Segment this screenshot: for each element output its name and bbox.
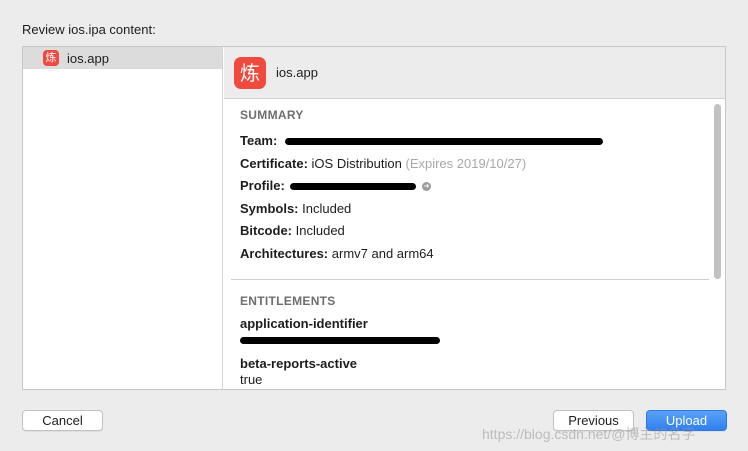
symbols-row: Symbols: Included: [240, 198, 725, 221]
sidebar-item-label: ios.app: [67, 50, 109, 66]
architectures-label: Architectures:: [240, 245, 329, 261]
watermark: https://blog.csdn.net/@博主的名字: [482, 426, 696, 442]
app-icon-large: 炼: [234, 56, 266, 89]
profile-label: Profile:: [240, 178, 285, 193]
summary-title: SUMMARY: [240, 108, 304, 122]
app-icon: 炼: [43, 50, 59, 66]
entitlement-value: [240, 332, 725, 348]
certificate-expiry: (Expires 2019/10/27): [405, 155, 527, 171]
vertical-scrollbar[interactable]: [714, 104, 721, 279]
detail-scroll-area[interactable]: SUMMARY Team: Certificate: iOS Distribut…: [224, 100, 725, 389]
content-panel: 炼 ios.app 炼 ios.app SUMMARY Team: Certif…: [22, 46, 726, 390]
certificate-row: Certificate: iOS Distribution (Expires 2…: [240, 153, 725, 176]
symbols-value: Included: [302, 200, 352, 216]
app-name: ios.app: [276, 65, 318, 80]
dialog-heading: Review ios.ipa content:: [22, 22, 156, 37]
sidebar: 炼 ios.app: [23, 47, 223, 389]
redacted-entitlement-value: [240, 337, 440, 345]
architectures-value: armv7 and arm64: [331, 245, 434, 261]
entitlement-value: true: [240, 372, 263, 387]
team-row: Team:: [240, 130, 725, 153]
detail-header: 炼 ios.app: [224, 47, 725, 99]
detail-pane: 炼 ios.app SUMMARY Team: Certificate: iOS…: [224, 47, 725, 389]
bitcode-value: Included: [295, 223, 345, 238]
symbols-label: Symbols:: [240, 200, 299, 216]
entitlement-key: beta-reports-active: [240, 356, 358, 371]
section-divider: [231, 279, 709, 280]
architectures-row: Architectures: armv7 and arm64: [240, 243, 725, 266]
certificate-value: iOS Distribution: [311, 155, 402, 171]
bitcode-label: Bitcode:: [240, 223, 292, 238]
entitlement-key: application-identifier: [240, 316, 368, 331]
arrow-right-circle-icon[interactable]: ➜: [422, 182, 432, 192]
bitcode-row: Bitcode: Included: [240, 220, 725, 243]
profile-row: Profile: ➜: [240, 175, 725, 198]
redacted-profile-value: [290, 183, 417, 191]
sidebar-item-ios-app[interactable]: 炼 ios.app: [23, 47, 222, 69]
entitlements-title: ENTITLEMENTS: [240, 294, 336, 308]
cancel-button[interactable]: Cancel: [22, 410, 103, 431]
certificate-label: Certificate:: [240, 155, 308, 171]
team-label: Team:: [240, 133, 278, 148]
redacted-team-value: [284, 138, 603, 146]
